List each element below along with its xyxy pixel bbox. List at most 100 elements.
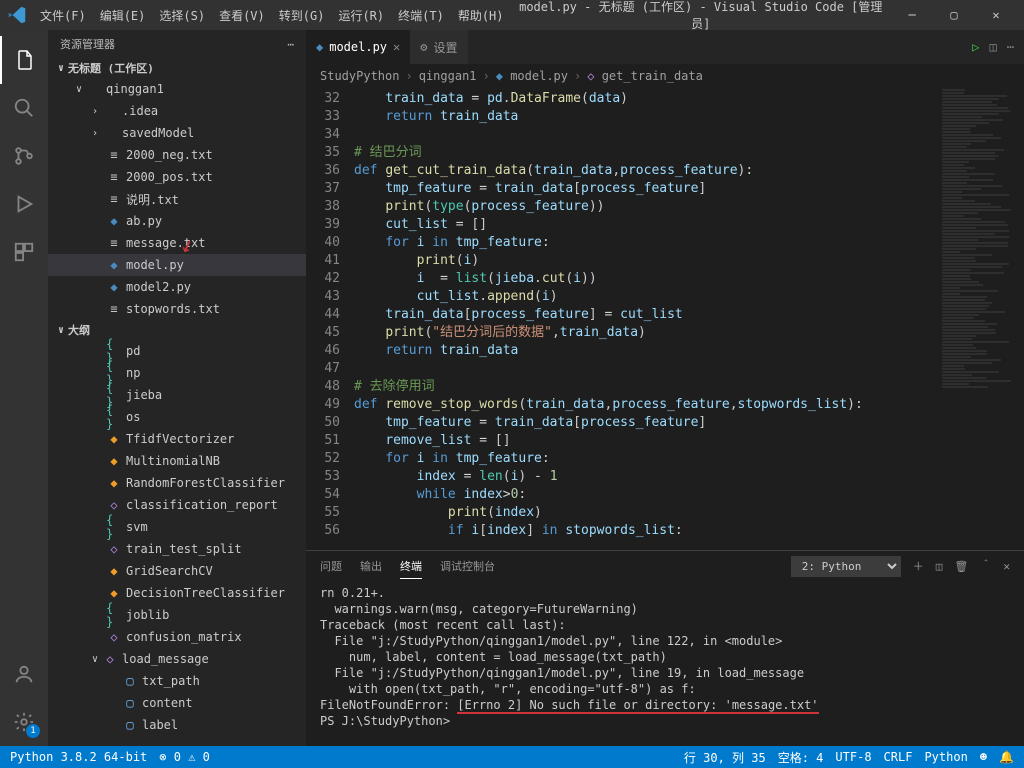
panel-tab[interactable]: 问题 bbox=[320, 554, 342, 579]
run-icon[interactable]: ▷ bbox=[972, 40, 979, 54]
split-editor-icon[interactable]: ◫ bbox=[990, 40, 997, 54]
python-version[interactable]: Python 3.8.2 64-bit bbox=[10, 750, 147, 764]
editor-tab[interactable]: ⚙ 设置 bbox=[410, 30, 467, 64]
code-editor[interactable]: train_data = pd.DataFrame(data) return t… bbox=[354, 88, 936, 550]
feedback-icon[interactable]: ☻ bbox=[980, 750, 987, 764]
language-mode[interactable]: Python bbox=[924, 750, 967, 764]
kill-terminal-icon[interactable]: 🗑 bbox=[954, 560, 968, 573]
outline-item[interactable]: ◆RandomForestClassifier bbox=[48, 472, 306, 494]
maximize-button[interactable]: ▢ bbox=[934, 1, 974, 29]
editor-tabs: ◆ model.py ✕⚙ 设置 ▷ ◫ ⋯ bbox=[306, 30, 1024, 64]
extensions-icon[interactable] bbox=[0, 228, 48, 276]
mod-icon: { } bbox=[106, 607, 122, 623]
menu-item[interactable]: 编辑(E) bbox=[94, 3, 152, 28]
outline-item[interactable]: ◇train_test_split bbox=[48, 538, 306, 560]
notifications-icon[interactable]: 🔔 bbox=[999, 750, 1014, 764]
file-tree-item[interactable]: ≡stopwords.txt bbox=[48, 298, 306, 320]
outline-item[interactable]: ▢txt_path bbox=[48, 670, 306, 692]
title-bar: 文件(F)编辑(E)选择(S)查看(V)转到(G)运行(R)终端(T)帮助(H)… bbox=[0, 0, 1024, 30]
file-tree-item[interactable]: ◆model.py bbox=[48, 254, 306, 276]
close-panel-icon[interactable]: ✕ bbox=[1003, 560, 1010, 573]
split-terminal-icon[interactable]: ◫ bbox=[936, 560, 943, 573]
menu-item[interactable]: 运行(R) bbox=[332, 3, 390, 28]
menu-item[interactable]: 选择(S) bbox=[153, 3, 211, 28]
mod-icon: { } bbox=[106, 519, 122, 535]
outline-item[interactable]: ◆TfidfVectorizer bbox=[48, 428, 306, 450]
encoding[interactable]: UTF-8 bbox=[835, 750, 871, 764]
cls-icon: ◆ bbox=[106, 453, 122, 469]
outline-item[interactable]: ◆GridSearchCV bbox=[48, 560, 306, 582]
accounts-icon[interactable] bbox=[0, 650, 48, 698]
outline-item[interactable]: { }jieba bbox=[48, 384, 306, 406]
file-tree-item[interactable]: ›savedModel bbox=[48, 122, 306, 144]
breadcrumb-item[interactable]: qinggan1 bbox=[419, 69, 477, 83]
breadcrumb[interactable]: StudyPython›qinggan1›◆ model.py›◇ get_tr… bbox=[306, 64, 1024, 88]
minimize-button[interactable]: ─ bbox=[892, 1, 932, 29]
fn-icon: ◇ bbox=[106, 541, 122, 557]
breadcrumb-item[interactable]: StudyPython bbox=[320, 69, 399, 83]
file-tree-item[interactable]: ›.idea bbox=[48, 100, 306, 122]
breadcrumb-item[interactable]: ◇ get_train_data bbox=[587, 69, 703, 83]
menu-item[interactable]: 转到(G) bbox=[273, 3, 331, 28]
menu-item[interactable]: 文件(F) bbox=[34, 3, 92, 28]
cursor-position[interactable]: 行 30, 列 35 bbox=[684, 749, 766, 766]
problems-status[interactable]: ⊗ 0 ⚠ 0 bbox=[159, 750, 210, 764]
menu-bar: 文件(F)编辑(E)选择(S)查看(V)转到(G)运行(R)终端(T)帮助(H) bbox=[34, 3, 510, 28]
outline-item[interactable]: ∨◇load_message bbox=[48, 648, 306, 670]
file-tree-item[interactable]: ≡message.txt bbox=[48, 232, 306, 254]
explorer-icon[interactable] bbox=[0, 36, 48, 84]
outline-item[interactable]: ▢content bbox=[48, 692, 306, 714]
terminal-output[interactable]: rn 0.21+. warnings.warn(msg, category=Fu… bbox=[306, 581, 1024, 746]
vscode-logo-icon bbox=[8, 6, 26, 24]
maximize-panel-icon[interactable]: ＾ bbox=[980, 558, 991, 574]
new-terminal-icon[interactable]: ＋ bbox=[913, 558, 924, 574]
py-icon: ◆ bbox=[106, 279, 122, 295]
close-button[interactable]: ✕ bbox=[976, 1, 1016, 29]
file-tree-item[interactable]: ∨qinggan1 bbox=[48, 78, 306, 100]
panel-tab[interactable]: 终端 bbox=[400, 554, 422, 579]
close-tab-icon[interactable]: ✕ bbox=[393, 40, 400, 54]
terminal-panel: 问题输出终端调试控制台 2: Python ＋ ◫ 🗑 ＾ ✕ rn 0.21+… bbox=[306, 550, 1024, 746]
cls-icon: ◆ bbox=[106, 585, 122, 601]
mod-icon: { } bbox=[106, 343, 122, 359]
minimap[interactable] bbox=[936, 88, 1024, 550]
settings-gear-icon[interactable]: 1 bbox=[0, 698, 48, 746]
outline-header[interactable]: ∨大纲 bbox=[48, 320, 306, 340]
editor-area: ◆ model.py ✕⚙ 设置 ▷ ◫ ⋯ StudyPython›qingg… bbox=[306, 30, 1024, 746]
file-tree-item[interactable]: ◆ab.py bbox=[48, 210, 306, 232]
py-icon: ◆ bbox=[106, 257, 122, 273]
more-actions-icon[interactable]: ⋯ bbox=[1007, 40, 1014, 54]
breadcrumb-item[interactable]: ◆ model.py bbox=[496, 69, 568, 83]
file-tree-item[interactable]: ≡2000_neg.txt bbox=[48, 144, 306, 166]
editor-tab[interactable]: ◆ model.py ✕ bbox=[306, 30, 410, 64]
outline-item[interactable]: ▢label bbox=[48, 714, 306, 736]
outline-item[interactable]: { }os bbox=[48, 406, 306, 428]
outline-item[interactable]: ◆DecisionTreeClassifier bbox=[48, 582, 306, 604]
more-icon[interactable]: ⋯ bbox=[287, 38, 294, 51]
cls-icon: ◆ bbox=[106, 475, 122, 491]
file-tree-item[interactable]: ≡说明.txt bbox=[48, 188, 306, 210]
outline-item[interactable]: ◇confusion_matrix bbox=[48, 626, 306, 648]
outline-item[interactable]: { }svm bbox=[48, 516, 306, 538]
outline-item[interactable]: { }joblib bbox=[48, 604, 306, 626]
indentation[interactable]: 空格: 4 bbox=[778, 749, 824, 766]
panel-tab[interactable]: 调试控制台 bbox=[440, 554, 495, 579]
file-tree-item[interactable]: ≡2000_pos.txt bbox=[48, 166, 306, 188]
menu-item[interactable]: 查看(V) bbox=[213, 3, 271, 28]
eol[interactable]: CRLF bbox=[884, 750, 913, 764]
fld-icon bbox=[102, 103, 118, 119]
outline-item[interactable]: { }pd bbox=[48, 340, 306, 362]
menu-item[interactable]: 终端(T) bbox=[392, 3, 450, 28]
workspace-header[interactable]: ∨无标题 (工作区) bbox=[48, 58, 306, 78]
file-tree-item[interactable]: ◆model2.py bbox=[48, 276, 306, 298]
terminal-dropdown[interactable]: 2: Python bbox=[791, 556, 901, 577]
fld-icon bbox=[102, 125, 118, 141]
outline-item[interactable]: ◆MultinomialNB bbox=[48, 450, 306, 472]
panel-tab[interactable]: 输出 bbox=[360, 554, 382, 579]
outline-item[interactable]: ◇classification_report bbox=[48, 494, 306, 516]
search-icon[interactable] bbox=[0, 84, 48, 132]
run-debug-icon[interactable] bbox=[0, 180, 48, 228]
outline-item[interactable]: { }np bbox=[48, 362, 306, 384]
menu-item[interactable]: 帮助(H) bbox=[452, 3, 510, 28]
source-control-icon[interactable] bbox=[0, 132, 48, 180]
